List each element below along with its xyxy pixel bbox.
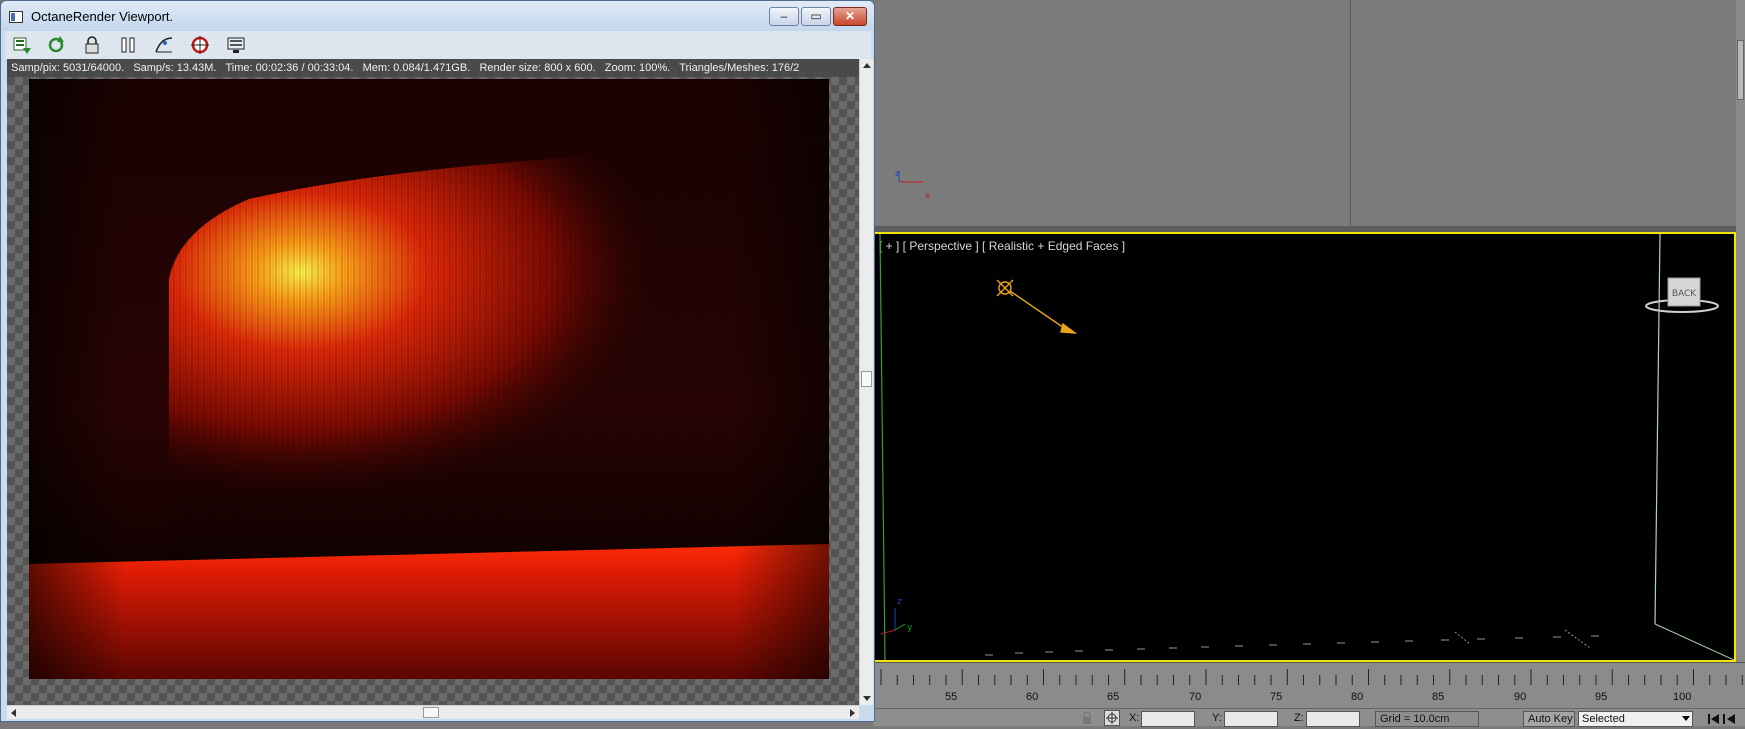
auto-key-button[interactable]: Auto Key xyxy=(1523,711,1575,727)
persp-axis-y-label: y xyxy=(907,623,913,633)
refresh-icon[interactable] xyxy=(45,34,67,56)
render-stats-bar: Samp/pix: 5031/64000. Samp/s: 13.43M. Ti… xyxy=(7,59,859,77)
memory-usage: Mem: 0.084/1.471GB. xyxy=(362,62,471,74)
ruler-number: 80 xyxy=(1351,691,1364,703)
export-icon[interactable] xyxy=(11,34,33,56)
samples-per-second: Samp/s: 13.43M. xyxy=(133,62,217,74)
render-canvas[interactable] xyxy=(7,77,859,705)
ruler-number: 95 xyxy=(1595,691,1608,703)
z-coord-label: Z: xyxy=(1294,712,1304,724)
persp-axis-z-label: z xyxy=(897,597,902,607)
vertical-scrollbar[interactable] xyxy=(859,59,873,705)
x-coord-field[interactable] xyxy=(1141,711,1195,727)
y-coord-field[interactable] xyxy=(1224,711,1278,727)
ruler-number: 65 xyxy=(1107,691,1120,703)
status-bar: X: Y: Z: Grid = 10.0cm Auto Key Selected xyxy=(873,708,1745,727)
pause-icon[interactable] xyxy=(117,34,139,56)
y-coord-label: Y: xyxy=(1212,712,1222,724)
viewcube-icon: BACK xyxy=(1645,277,1719,313)
render-image xyxy=(29,79,829,679)
horizontal-scroll-thumb[interactable] xyxy=(423,707,439,718)
ruler-number: 90 xyxy=(1514,691,1527,703)
key-filter-value: Selected xyxy=(1582,713,1625,725)
focus-picker-icon[interactable] xyxy=(189,34,211,56)
top-axis-z-label: z xyxy=(895,169,900,179)
triangles-meshes: Triangles/Meshes: 176/2 xyxy=(679,62,800,74)
absolute-mode-icon[interactable] xyxy=(1104,710,1120,726)
window-title: OctaneRender Viewport. xyxy=(31,9,174,24)
monitor-icon[interactable] xyxy=(225,34,247,56)
top-axis-gizmo: z x xyxy=(895,169,931,201)
command-panel-edge[interactable] xyxy=(1736,0,1745,726)
playback-controls[interactable] xyxy=(1707,712,1737,726)
timeline-ruler[interactable]: 55 60 65 70 75 80 85 90 95 100 xyxy=(873,662,1745,710)
lock-icon[interactable] xyxy=(81,34,103,56)
grid-size-readout: Grid = 10.0cm xyxy=(1375,711,1479,727)
maximize-button[interactable]: ▭ xyxy=(801,7,831,26)
top-axis-x-label: x xyxy=(925,191,931,201)
scroll-left-icon[interactable] xyxy=(11,709,16,717)
viewcube-label: BACK xyxy=(1672,289,1697,299)
panel-grip[interactable] xyxy=(1737,40,1744,100)
scroll-down-icon[interactable] xyxy=(863,696,871,701)
x-coord-label: X: xyxy=(1129,712,1140,724)
samples-per-pixel: Samp/pix: 5031/64000. xyxy=(11,62,125,74)
zoom-level: Zoom: 100%. xyxy=(604,62,671,74)
octane-toolbar xyxy=(5,31,871,59)
ruler-ticks xyxy=(880,669,1743,685)
lock-selection-icon[interactable] xyxy=(1080,711,1094,725)
z-coord-field[interactable] xyxy=(1306,711,1360,727)
ruler-number: 75 xyxy=(1270,691,1283,703)
perspective-scene: BACK z y xyxy=(879,234,1734,660)
ruler-number: 85 xyxy=(1432,691,1445,703)
horizontal-scrollbar[interactable] xyxy=(7,705,859,719)
render-time: Time: 00:02:36 / 00:33:04. xyxy=(225,62,354,74)
octane-viewport-window: OctaneRender Viewport. – ▭ ✕ Samp/pix: 5… xyxy=(0,0,875,722)
scroll-up-icon[interactable] xyxy=(863,63,871,68)
title-bar[interactable]: OctaneRender Viewport. – ▭ ✕ xyxy=(1,1,874,31)
spotlight-gizmo-icon xyxy=(996,279,1078,334)
render-size: Render size: 800 x 600. xyxy=(479,62,596,74)
top-viewport-left[interactable]: z x xyxy=(873,0,1351,228)
close-button[interactable]: ✕ xyxy=(833,7,867,26)
vertical-scroll-thumb[interactable] xyxy=(861,371,872,387)
ruler-number: 55 xyxy=(945,691,958,703)
ruler-number: 60 xyxy=(1026,691,1039,703)
scroll-right-icon[interactable] xyxy=(850,709,855,717)
top-viewport-right[interactable] xyxy=(1351,0,1745,228)
ruler-number: 100 xyxy=(1673,691,1692,703)
key-filter-dropdown[interactable]: Selected xyxy=(1578,711,1693,727)
ruler-number: 70 xyxy=(1189,691,1202,703)
app-window-icon[interactable] xyxy=(9,11,23,23)
chevron-down-icon xyxy=(1682,716,1690,721)
persp-axis-gizmo-icon: z y xyxy=(880,597,913,635)
settings-curve-icon[interactable] xyxy=(153,34,175,56)
perspective-viewport[interactable]: [ + ] [ Perspective ] [ Realistic + Edge… xyxy=(873,232,1736,662)
minimize-button[interactable]: – xyxy=(769,7,799,26)
